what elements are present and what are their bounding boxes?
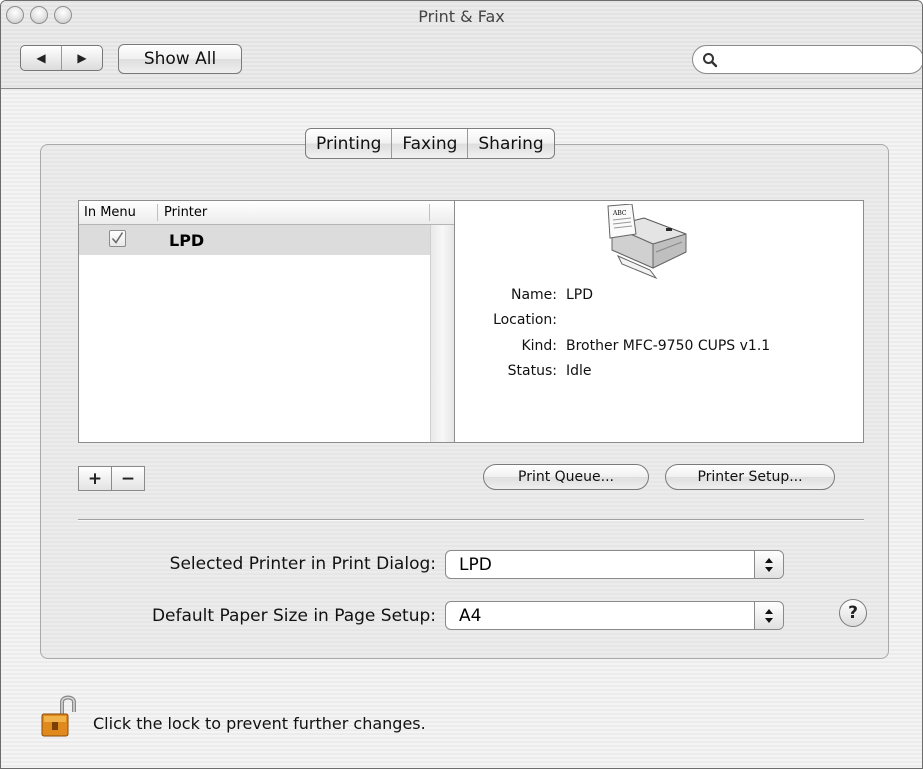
selected-printer-popup[interactable]: LPD	[445, 550, 784, 579]
name-value: LPD	[566, 287, 594, 303]
paper-size-value: A4	[459, 606, 482, 626]
printer-name-row: Name: LPD	[455, 287, 864, 307]
add-remove-control: + −	[78, 466, 145, 491]
selected-printer-label: Selected Printer in Print Dialog:	[169, 554, 436, 574]
forward-arrow-icon: ▶	[77, 51, 87, 65]
location-label: Location:	[493, 312, 557, 328]
search-field[interactable]	[692, 45, 922, 74]
column-divider	[157, 204, 158, 221]
paper-size-label: Default Paper Size in Page Setup:	[151, 606, 436, 626]
popup-arrows-icon	[754, 551, 783, 578]
tab-printing[interactable]: Printing	[306, 129, 391, 158]
printer-row[interactable]: LPD	[79, 225, 430, 255]
column-divider	[429, 204, 430, 221]
svg-text:ABC: ABC	[612, 210, 627, 217]
add-printer-button[interactable]: +	[79, 467, 111, 490]
print-fax-window: Print & Fax ◀ ▶ Show All Printing Faxing…	[0, 0, 923, 769]
tab-sharing[interactable]: Sharing	[467, 129, 553, 158]
search-icon	[703, 53, 718, 68]
print-queue-button[interactable]: Print Queue...	[483, 464, 649, 490]
printer-list-header: In Menu Printer	[79, 201, 454, 225]
printer-name-cell: LPD	[169, 231, 205, 250]
printer-info-panel: ABC Name: LPD Location: Kind: Brother MF…	[455, 200, 864, 443]
printer-list-scrollbar[interactable]	[430, 225, 454, 442]
tab-faxing[interactable]: Faxing	[391, 129, 467, 158]
checkmark-icon	[111, 232, 124, 244]
remove-printer-button[interactable]: −	[111, 467, 144, 490]
lock-message: Click the lock to prevent further change…	[93, 714, 426, 733]
window-title: Print & Fax	[418, 7, 505, 26]
back-button[interactable]: ◀	[21, 46, 61, 70]
kind-label: Kind:	[521, 338, 557, 354]
help-button[interactable]: ?	[839, 599, 867, 627]
back-forward-control: ◀ ▶	[20, 45, 103, 71]
name-label: Name:	[510, 287, 557, 303]
tab-bar: Printing Faxing Sharing	[305, 128, 555, 159]
column-printer[interactable]: Printer	[159, 201, 429, 224]
title-bar: Print & Fax ◀ ▶ Show All	[1, 1, 922, 89]
status-label: Status:	[507, 363, 557, 379]
help-icon: ?	[848, 603, 858, 623]
in-menu-checkbox[interactable]	[109, 230, 126, 247]
popup-arrows-icon	[754, 602, 783, 629]
selected-printer-value: LPD	[459, 555, 492, 575]
status-value: Idle	[566, 363, 592, 379]
printer-location-row: Location:	[455, 312, 864, 332]
printer-icon: ABC	[607, 204, 687, 280]
unlocked-lock-icon[interactable]	[40, 694, 84, 740]
column-in-menu[interactable]: In Menu	[79, 201, 157, 224]
paper-size-popup[interactable]: A4	[445, 601, 784, 630]
printer-setup-button[interactable]: Printer Setup...	[665, 464, 835, 490]
printer-status-row: Status: Idle	[455, 363, 864, 383]
forward-button[interactable]: ▶	[61, 46, 102, 70]
show-all-button[interactable]: Show All	[118, 44, 242, 74]
section-divider	[78, 519, 864, 521]
printer-list[interactable]: In Menu Printer LPD	[78, 200, 455, 443]
kind-value: Brother MFC-9750 CUPS v1.1	[566, 338, 771, 354]
printer-kind-row: Kind: Brother MFC-9750 CUPS v1.1	[455, 338, 864, 358]
back-arrow-icon: ◀	[36, 51, 46, 65]
